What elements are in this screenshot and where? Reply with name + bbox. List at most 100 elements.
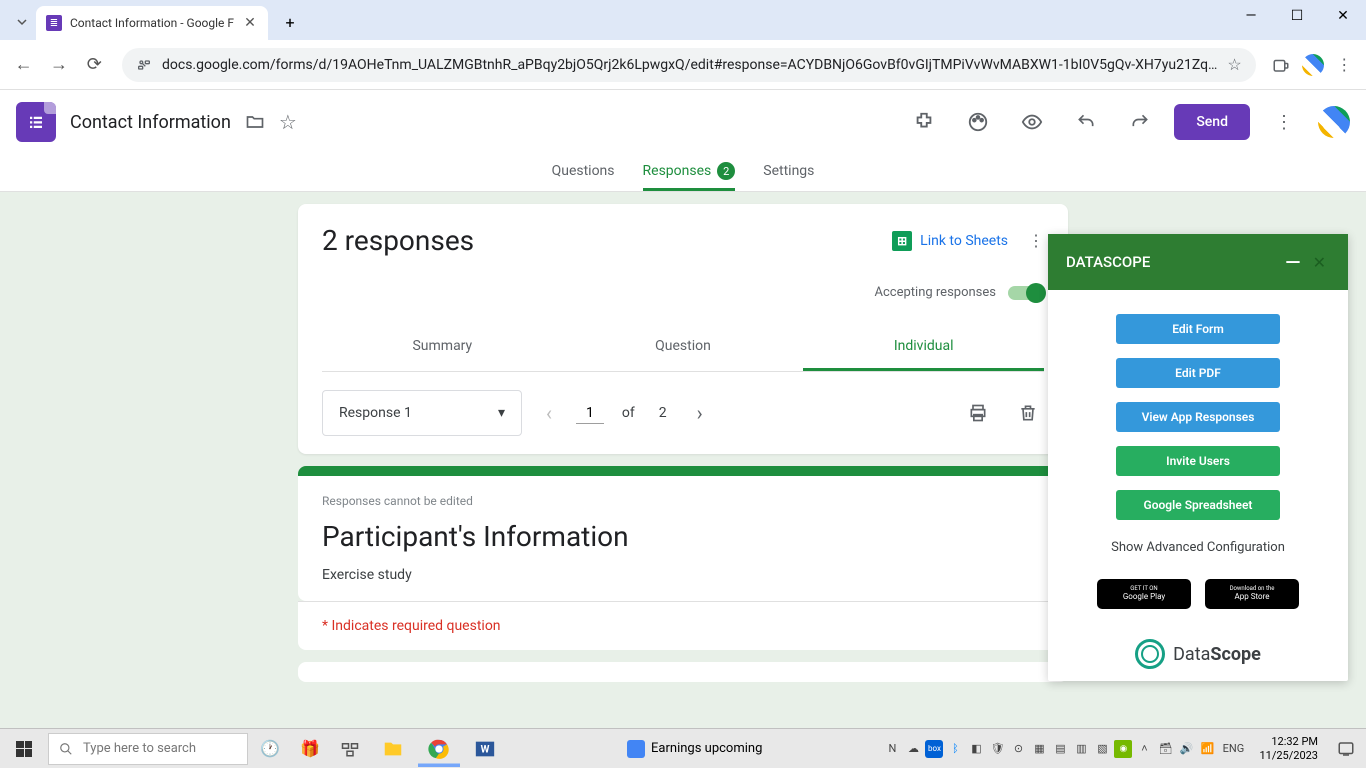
- print-icon[interactable]: [962, 403, 994, 423]
- form-title[interactable]: Contact Information: [70, 112, 231, 133]
- tray-app3-icon[interactable]: ▦: [1030, 740, 1048, 758]
- ds-edit-form-button[interactable]: Edit Form: [1116, 314, 1280, 344]
- tab-responses[interactable]: Responses 2: [643, 154, 736, 191]
- datascope-minimize-icon[interactable]: —: [1277, 250, 1308, 274]
- tray-app1-icon[interactable]: ◧: [967, 740, 985, 758]
- tray-bluetooth-icon[interactable]: ᛒ: [946, 740, 964, 758]
- ds-view-responses-button[interactable]: View App Responses: [1116, 402, 1280, 432]
- addons-icon[interactable]: [904, 102, 944, 142]
- earnings-icon: [627, 740, 645, 758]
- section-description: Exercise study: [322, 567, 1044, 583]
- ds-advanced-link[interactable]: Show Advanced Configuration: [1111, 540, 1285, 555]
- datascope-panel: DATASCOPE — ✕ Edit Form Edit PDF View Ap…: [1048, 234, 1348, 681]
- theme-icon[interactable]: [958, 102, 998, 142]
- tray-app2-icon[interactable]: ⊙: [1009, 740, 1027, 758]
- bookmark-star-icon[interactable]: ☆: [1227, 55, 1241, 74]
- window-maximize[interactable]: ☐: [1274, 0, 1320, 32]
- earnings-widget[interactable]: Earnings upcoming: [627, 740, 762, 758]
- nav-back[interactable]: ←: [8, 49, 39, 81]
- tabs-dropdown[interactable]: [8, 8, 36, 36]
- tray-box-icon[interactable]: box: [925, 740, 943, 758]
- send-button[interactable]: Send: [1174, 104, 1250, 140]
- search-placeholder: Type here to search: [83, 741, 196, 756]
- google-play-badge[interactable]: GET IT ON Google Play: [1097, 579, 1191, 609]
- tray-lang[interactable]: ENG: [1219, 740, 1247, 758]
- start-button[interactable]: [4, 731, 44, 767]
- svg-text:W: W: [481, 744, 490, 755]
- datascope-title: DATASCOPE: [1066, 253, 1150, 271]
- subtab-question[interactable]: Question: [563, 324, 804, 371]
- tray-nvidia-icon[interactable]: ◉: [1114, 740, 1132, 758]
- responses-count-badge: 2: [717, 162, 735, 180]
- file-explorer-icon[interactable]: [372, 731, 414, 767]
- undo-icon[interactable]: [1066, 102, 1106, 142]
- tray-volume-icon[interactable]: 🔊: [1177, 740, 1195, 758]
- datascope-close-icon[interactable]: ✕: [1309, 253, 1330, 272]
- account-avatar[interactable]: [1318, 106, 1350, 138]
- more-menu-icon[interactable]: ⋮: [1264, 102, 1304, 142]
- browser-tab[interactable]: ≣ Contact Information - Google F ✕: [36, 6, 268, 40]
- tray-app6-icon[interactable]: ▧: [1093, 740, 1111, 758]
- tray-app4-icon[interactable]: ▤: [1051, 740, 1069, 758]
- notifications-icon[interactable]: [1330, 733, 1362, 765]
- response-selector-label: Response 1: [339, 405, 412, 421]
- search-icon: [59, 742, 73, 756]
- tab-close-icon[interactable]: ✕: [242, 15, 258, 31]
- tray-wifi-icon[interactable]: 📶: [1198, 740, 1216, 758]
- delete-icon[interactable]: [1012, 403, 1044, 423]
- taskbar-search[interactable]: Type here to search: [48, 733, 248, 765]
- ds-spreadsheet-button[interactable]: Google Spreadsheet: [1116, 490, 1280, 520]
- earnings-label: Earnings upcoming: [651, 741, 762, 756]
- preview-icon[interactable]: [1012, 102, 1052, 142]
- required-indicator: * Indicates required question: [322, 618, 1044, 634]
- new-tab-button[interactable]: +: [276, 8, 304, 36]
- tab-responses-label: Responses: [643, 163, 712, 179]
- link-to-sheets[interactable]: ⊞ Link to Sheets: [892, 231, 1008, 251]
- tray-battery-icon[interactable]: 🗃: [1156, 740, 1174, 758]
- tab-questions[interactable]: Questions: [552, 154, 615, 191]
- tb-gift-icon[interactable]: 🎁: [292, 731, 328, 767]
- redo-icon[interactable]: [1120, 102, 1160, 142]
- tray-onenote-icon[interactable]: N: [883, 740, 901, 758]
- taskbar-clock[interactable]: 12:32 PM 11/25/2023: [1251, 735, 1326, 761]
- clock-date: 11/25/2023: [1259, 749, 1318, 762]
- move-to-folder-icon[interactable]: [245, 112, 265, 132]
- ds-invite-button[interactable]: Invite Users: [1116, 446, 1280, 476]
- star-icon[interactable]: ☆: [279, 110, 297, 134]
- chrome-menu-icon[interactable]: ⋮: [1331, 51, 1358, 79]
- tb-clock-icon[interactable]: 🕐: [252, 731, 288, 767]
- response-index-input[interactable]: 1: [576, 403, 604, 424]
- tab-settings[interactable]: Settings: [763, 154, 814, 191]
- tab-title: Contact Information - Google F: [70, 16, 234, 30]
- address-bar[interactable]: docs.google.com/forms/d/19AOHeTnm_UALZMG…: [122, 48, 1256, 82]
- subtab-individual[interactable]: Individual: [803, 324, 1044, 371]
- window-close[interactable]: ✕: [1320, 0, 1366, 32]
- responses-menu-icon[interactable]: ⋮: [1028, 231, 1044, 250]
- subtab-summary[interactable]: Summary: [322, 324, 563, 371]
- responses-count-heading: 2 responses: [322, 224, 892, 257]
- tray-chevron-icon[interactable]: ˄: [1135, 740, 1153, 758]
- ds-edit-pdf-button[interactable]: Edit PDF: [1116, 358, 1280, 388]
- tray-security-icon[interactable]: 🛡: [988, 740, 1006, 758]
- site-info-icon[interactable]: [136, 57, 152, 73]
- nav-forward[interactable]: →: [43, 49, 74, 81]
- profile-avatar[interactable]: [1299, 51, 1326, 79]
- extensions-icon[interactable]: [1268, 51, 1295, 79]
- accepting-responses-label: Accepting responses: [875, 285, 997, 300]
- nav-reload[interactable]: ⟳: [79, 49, 110, 81]
- accepting-toggle[interactable]: [1008, 286, 1044, 300]
- dropdown-icon: ▾: [498, 405, 505, 421]
- chrome-icon[interactable]: [418, 731, 460, 767]
- tray-onedrive-icon[interactable]: ☁: [904, 740, 922, 758]
- prev-response-icon[interactable]: ‹: [540, 401, 558, 425]
- response-selector[interactable]: Response 1 ▾: [322, 390, 522, 436]
- tray-app5-icon[interactable]: ▥: [1072, 740, 1090, 758]
- forms-logo[interactable]: [16, 102, 56, 142]
- next-response-icon[interactable]: ›: [691, 401, 709, 425]
- task-view-icon[interactable]: [332, 731, 368, 767]
- app-store-badge[interactable]: Download on the App Store: [1205, 579, 1299, 609]
- window-minimize[interactable]: —: [1228, 0, 1274, 32]
- word-icon[interactable]: W: [464, 731, 506, 767]
- datascope-logo-icon: [1135, 639, 1165, 669]
- url-text: docs.google.com/forms/d/19AOHeTnm_UALZMG…: [162, 57, 1217, 73]
